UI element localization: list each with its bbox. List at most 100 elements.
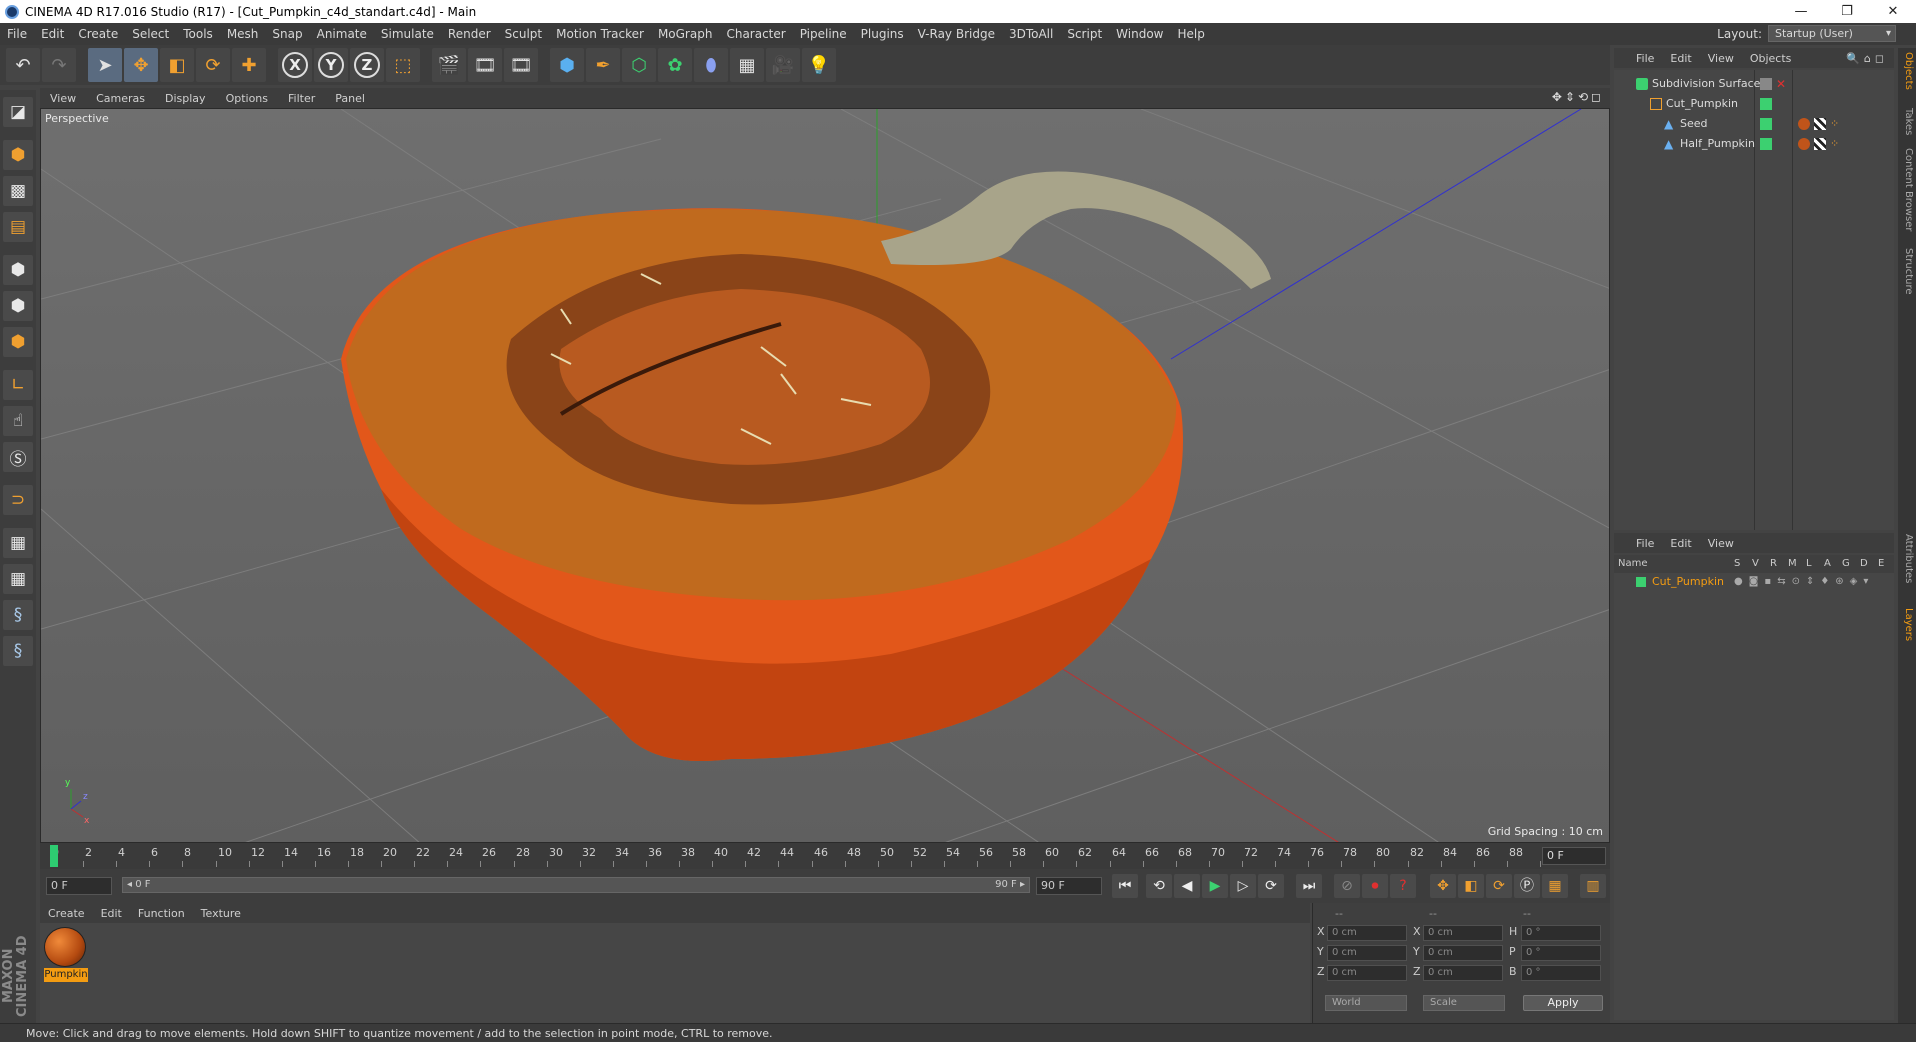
texture-mode-button[interactable]: ▩ xyxy=(3,176,33,206)
texture-checker-tag-icon[interactable] xyxy=(1814,138,1826,150)
rot-b-field[interactable]: 0 ° xyxy=(1521,965,1601,981)
edit-render-settings-button[interactable]: 🎞 xyxy=(504,48,538,82)
menu-mograph[interactable]: MoGraph xyxy=(651,27,720,41)
material-pumpkin[interactable]: Pumpkin xyxy=(44,927,88,983)
menu-animate[interactable]: Animate xyxy=(310,27,374,41)
object-manager-search-icons[interactable]: 🔍⌂◻ xyxy=(1846,52,1888,65)
y-axis-lock-button[interactable]: Y xyxy=(314,48,348,82)
python-script-button-2[interactable]: § xyxy=(3,636,33,666)
layer-color-tag[interactable] xyxy=(1760,118,1772,130)
add-scene-button[interactable]: ▦ xyxy=(730,48,764,82)
menu-plugins[interactable]: Plugins xyxy=(854,27,911,41)
pos-y-field[interactable]: 0 cm xyxy=(1327,945,1407,961)
add-light-button[interactable]: 💡 xyxy=(802,48,836,82)
scale-key-button[interactable]: ◧ xyxy=(1458,874,1484,898)
layer-color-tag[interactable] xyxy=(1760,138,1772,150)
tree-item-half-pumpkin[interactable]: ▲ Half_Pumpkin ⁘ xyxy=(1614,134,1894,154)
viewport-menu-options[interactable]: Options xyxy=(216,92,278,105)
tab-attributes[interactable]: Attributes xyxy=(1900,534,1914,583)
menu-render[interactable]: Render xyxy=(441,27,498,41)
menu-pipeline[interactable]: Pipeline xyxy=(793,27,854,41)
layer-color-tag[interactable] xyxy=(1760,98,1772,110)
layers-menu-view[interactable]: View xyxy=(1700,537,1742,550)
disabled-check-icon[interactable]: ✕ xyxy=(1776,78,1788,90)
start-frame-field[interactable]: 0 F xyxy=(46,877,112,895)
render-view-button[interactable]: 🎬 xyxy=(432,48,466,82)
polygons-mode-button[interactable]: ⬢ xyxy=(3,327,33,357)
workplane-mode-button[interactable]: ▤ xyxy=(3,212,33,242)
menu-snap[interactable]: Snap xyxy=(265,27,309,41)
end-frame-field[interactable]: 90 F xyxy=(1036,877,1102,895)
material-menu-texture[interactable]: Texture xyxy=(193,907,249,920)
tab-objects[interactable]: Objects xyxy=(1900,52,1914,90)
objects-menu-objects[interactable]: Objects xyxy=(1742,52,1800,65)
perspective-viewport[interactable]: y z x Perspective Grid Spacing : 10 cm xyxy=(40,108,1610,843)
rotate-tool-button[interactable]: ⟳ xyxy=(196,48,230,82)
menu-3dtoall[interactable]: 3DToAll xyxy=(1002,27,1060,41)
undo-button[interactable]: ↶ xyxy=(6,48,40,82)
layer-row-cut-pumpkin[interactable]: Cut_Pumpkin ●◙▪⇆⊙⇕♦⊛◈▾ xyxy=(1614,573,1894,591)
previous-frame-button[interactable]: ◀ xyxy=(1174,874,1200,898)
viewport-navigation-icons[interactable]: ✥⇕⟲◻ xyxy=(1552,90,1604,104)
menu-file[interactable]: File xyxy=(0,27,34,41)
position-key-button[interactable]: ✥ xyxy=(1430,874,1456,898)
pos-z-field[interactable]: 0 cm xyxy=(1327,965,1407,981)
apply-button[interactable]: Apply xyxy=(1523,995,1603,1011)
rotation-key-button[interactable]: ⟳ xyxy=(1486,874,1512,898)
record-keys-button[interactable]: ⊘ xyxy=(1334,874,1360,898)
maximize-button[interactable]: ❐ xyxy=(1824,0,1870,23)
tab-content-browser[interactable]: Content Browser xyxy=(1900,148,1914,231)
objects-menu-view[interactable]: View xyxy=(1700,52,1742,65)
rot-p-field[interactable]: 0 ° xyxy=(1521,945,1601,961)
menu-help[interactable]: Help xyxy=(1170,27,1211,41)
go-to-start-button[interactable]: ⏮ xyxy=(1112,874,1138,898)
size-x-field[interactable]: 0 cm xyxy=(1423,925,1503,941)
tree-item-cut-pumpkin[interactable]: Cut_Pumpkin xyxy=(1614,94,1894,114)
python-script-button-1[interactable]: § xyxy=(3,600,33,630)
phong-tag-icon[interactable]: ⁘ xyxy=(1830,118,1842,130)
add-nurbs-button[interactable]: ⬡ xyxy=(622,48,656,82)
points-mode-button[interactable]: ⬢ xyxy=(3,255,33,285)
tweak-mode-button[interactable]: ☝ xyxy=(3,406,33,436)
current-frame-field[interactable]: 0 F xyxy=(1542,847,1606,865)
recent-tool-button[interactable]: ✚ xyxy=(232,48,266,82)
material-tag-icon[interactable] xyxy=(1798,138,1810,150)
tree-item-seed[interactable]: ▲ Seed ⁘ xyxy=(1614,114,1894,134)
redo-button[interactable]: ↷ xyxy=(42,48,76,82)
add-array-button[interactable]: ✿ xyxy=(658,48,692,82)
phong-tag-icon[interactable]: ⁘ xyxy=(1830,138,1842,150)
play-button[interactable]: ▶ xyxy=(1202,874,1228,898)
viewport-menu-display[interactable]: Display xyxy=(155,92,216,105)
visibility-dots-icon[interactable] xyxy=(1760,78,1772,90)
menu-select[interactable]: Select xyxy=(125,27,176,41)
size-z-field[interactable]: 0 cm xyxy=(1423,965,1503,981)
model-mode-button[interactable]: ⬢ xyxy=(3,140,33,170)
render-picture-viewer-button[interactable]: 🎞 xyxy=(468,48,502,82)
next-key-button[interactable]: ⟳ xyxy=(1258,874,1284,898)
menu-tools[interactable]: Tools xyxy=(176,27,220,41)
z-axis-lock-button[interactable]: Z xyxy=(350,48,384,82)
axis-mode-button[interactable]: ∟ xyxy=(3,370,33,400)
texture-checker-tag-icon[interactable] xyxy=(1814,118,1826,130)
layer-toggle-icons[interactable]: ●◙▪⇆⊙⇕♦⊛◈▾ xyxy=(1734,573,1874,591)
make-editable-button[interactable]: ◪ xyxy=(3,97,33,127)
timeline-window-button[interactable]: ▥ xyxy=(1580,874,1606,898)
x-axis-lock-button[interactable]: X xyxy=(278,48,312,82)
material-menu-create[interactable]: Create xyxy=(40,907,93,920)
menu-sculpt[interactable]: Sculpt xyxy=(498,27,549,41)
tab-structure[interactable]: Structure xyxy=(1900,248,1914,295)
previous-key-button[interactable]: ⟲ xyxy=(1146,874,1172,898)
live-selection-button[interactable]: ➤ xyxy=(88,48,122,82)
menu-create[interactable]: Create xyxy=(71,27,125,41)
enable-snap-button[interactable]: ⊃ xyxy=(3,485,33,515)
coordinate-system-button[interactable]: ⬚ xyxy=(386,48,420,82)
material-menu-edit[interactable]: Edit xyxy=(93,907,130,920)
keyframe-selection-button[interactable]: ? xyxy=(1390,874,1416,898)
point-level-key-button[interactable]: ▦ xyxy=(1542,874,1568,898)
go-to-end-button[interactable]: ⏭ xyxy=(1296,874,1322,898)
add-cube-button[interactable]: ⬢ xyxy=(550,48,584,82)
viewport-menu-panel[interactable]: Panel xyxy=(325,92,375,105)
layers-menu-edit[interactable]: Edit xyxy=(1662,537,1699,550)
menu-vray-bridge[interactable]: V-Ray Bridge xyxy=(911,27,1002,41)
layout-dropdown[interactable]: Startup (User) xyxy=(1768,25,1896,42)
